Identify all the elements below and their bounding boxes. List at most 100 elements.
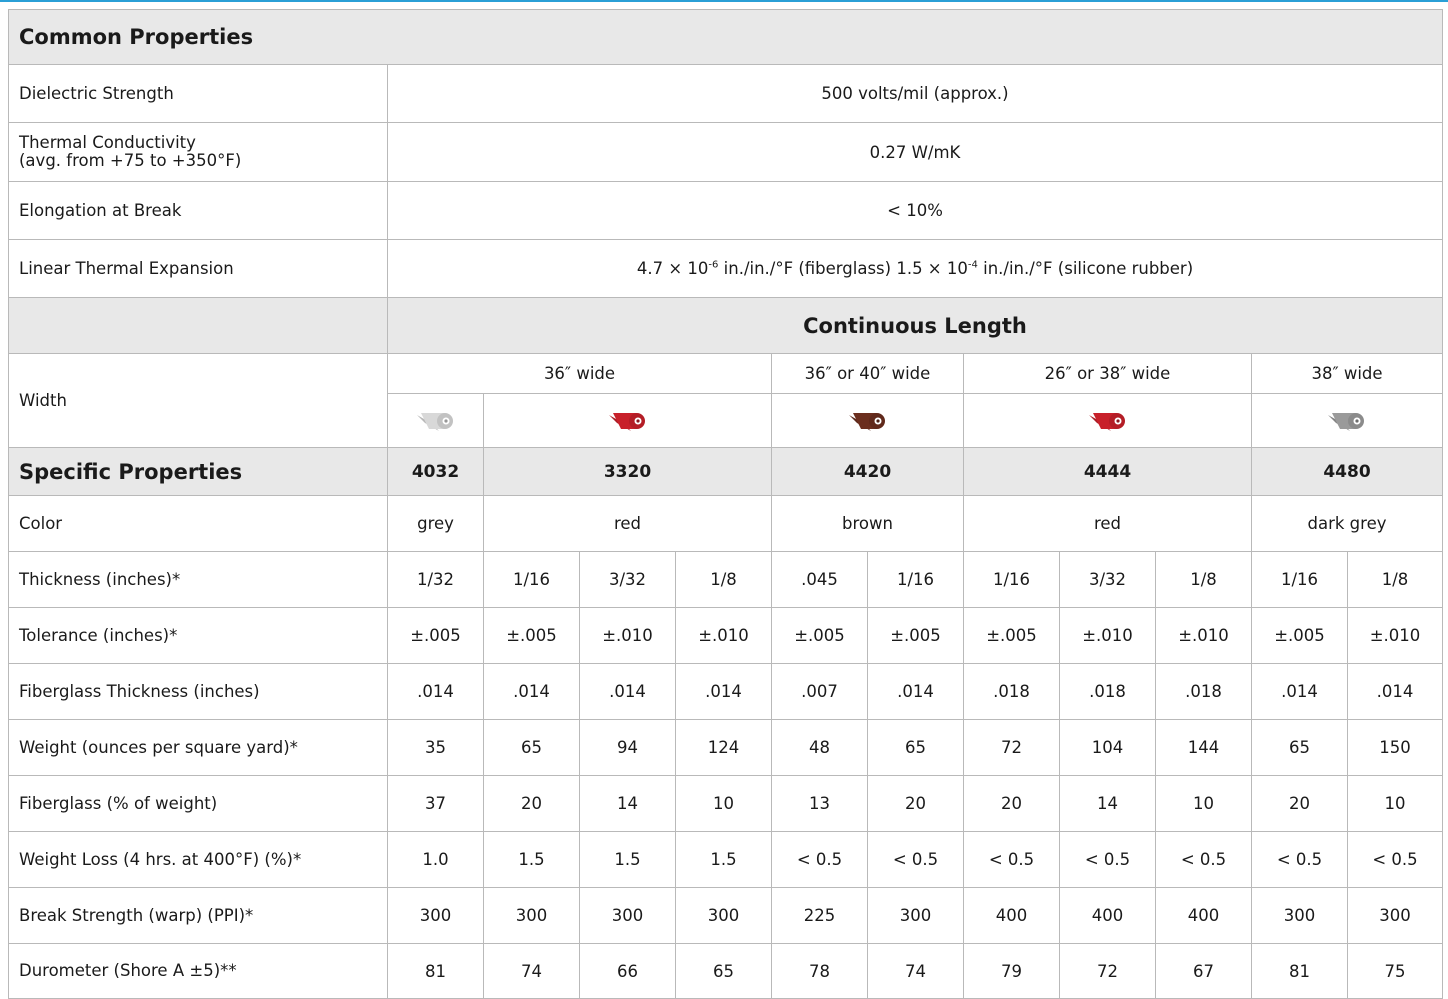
table-row: Tolerance (inches)* ±.005 ±.005 ±.010 ±.010 ±… bbox=[8, 607, 1444, 664]
table-row: Linear Thermal Expansion 4.7 × 10-6 in./… bbox=[8, 239, 1444, 298]
table-cell: ±.005 bbox=[771, 607, 868, 664]
table-cell: ±.005 bbox=[963, 607, 1060, 664]
thermal-conductivity-label-line2: (avg. from +75 to +350°F) bbox=[19, 151, 242, 170]
elongation-at-break-value: < 10% bbox=[386, 181, 1444, 240]
table-cell: ±.010 bbox=[1059, 607, 1156, 664]
color-4444: red bbox=[963, 495, 1252, 552]
color-4032: grey bbox=[387, 495, 484, 552]
table-cell: ±.005 bbox=[387, 607, 484, 664]
table-cell: ±.005 bbox=[1251, 607, 1348, 664]
roll-icon bbox=[848, 412, 885, 431]
roll-hole bbox=[875, 418, 880, 423]
table-cell: 144 bbox=[1155, 719, 1252, 776]
common-properties-title: Common Properties bbox=[7, 9, 1444, 65]
table-cell: ±.005 bbox=[867, 607, 964, 664]
top-accent-line bbox=[0, 0, 1448, 2]
table-cell: 74 bbox=[867, 943, 964, 999]
table-row: Weight Loss (4 hrs. at 400°F) (%)* 1.0 1.5… bbox=[8, 831, 1444, 888]
roll-icon bbox=[1088, 412, 1125, 431]
table-cell: 300 bbox=[1346, 887, 1444, 944]
table-cell: ±.010 bbox=[579, 607, 676, 664]
table-cell: 124 bbox=[675, 719, 772, 776]
row-label: Break Strength (warp) (PPI)* bbox=[8, 887, 388, 944]
table-cell: 81 bbox=[1251, 943, 1348, 999]
table-cell: 10 bbox=[1346, 775, 1444, 832]
table-cell: 1/16 bbox=[963, 551, 1060, 608]
table-cell: 300 bbox=[1251, 887, 1348, 944]
product-4420: 4420 bbox=[771, 447, 964, 496]
continuous-length-header-row: Continuous Length bbox=[8, 297, 1444, 354]
roll-icon bbox=[608, 412, 645, 431]
table-cell: .018 bbox=[963, 663, 1060, 720]
table-cell: 75 bbox=[1346, 943, 1444, 999]
table-cell: 66 bbox=[579, 943, 676, 999]
table-cell: 10 bbox=[675, 775, 772, 832]
table-cell: ±.005 bbox=[483, 607, 580, 664]
table-cell: ±.010 bbox=[1346, 607, 1444, 664]
table-cell: 14 bbox=[1059, 775, 1156, 832]
roll-cell-4032 bbox=[387, 393, 484, 448]
table-cell: < 0.5 bbox=[1251, 831, 1348, 888]
table-cell: 1.5 bbox=[675, 831, 772, 888]
product-4480: 4480 bbox=[1250, 447, 1444, 496]
roll-hole bbox=[1355, 418, 1359, 423]
table-cell: .014 bbox=[867, 663, 964, 720]
roll-cell-4480 bbox=[1250, 393, 1444, 448]
table-cell: .007 bbox=[771, 663, 868, 720]
table-cell: .014 bbox=[387, 663, 484, 720]
row-label: Weight Loss (4 hrs. at 400°F) (%)* bbox=[8, 831, 388, 888]
table-cell: 1/32 bbox=[387, 551, 484, 608]
table-cell: 300 bbox=[579, 887, 676, 944]
table-cell: 300 bbox=[387, 887, 484, 944]
table-cell: 300 bbox=[483, 887, 580, 944]
table-cell: 1.0 bbox=[387, 831, 484, 888]
table-row: Dielectric Strength 500 volts/mil (appro… bbox=[8, 64, 1444, 123]
table-cell: 150 bbox=[1346, 719, 1444, 776]
table-cell: 1.5 bbox=[579, 831, 676, 888]
table-cell: 67 bbox=[1155, 943, 1252, 999]
roll-hole bbox=[635, 418, 640, 423]
table-cell: < 0.5 bbox=[771, 831, 868, 888]
table-cell: .045 bbox=[771, 551, 868, 608]
table-cell: 1/8 bbox=[1155, 551, 1252, 608]
table-cell: 1/8 bbox=[675, 551, 772, 608]
table-cell: 20 bbox=[1251, 775, 1348, 832]
table-cell: < 0.5 bbox=[1059, 831, 1156, 888]
table-cell: 1/16 bbox=[1251, 551, 1348, 608]
product-3320: 3320 bbox=[483, 447, 772, 496]
table-row: Break Strength (warp) (PPI)* 300 300 300 300… bbox=[8, 887, 1444, 944]
table-cell: 400 bbox=[1059, 887, 1156, 944]
table-cell: .014 bbox=[1346, 663, 1444, 720]
table-cell: 65 bbox=[483, 719, 580, 776]
roll-icon bbox=[416, 412, 453, 431]
row-label: Weight (ounces per square yard)* bbox=[8, 719, 388, 776]
table-row: Thickness (inches)* 1/32 1/16 3/32 1/8.045 1/… bbox=[8, 551, 1444, 608]
table-cell: 10 bbox=[1155, 775, 1252, 832]
table-cell: 65 bbox=[675, 943, 772, 999]
table-cell: 1.5 bbox=[483, 831, 580, 888]
roll-icon bbox=[1328, 412, 1364, 431]
roll-cell-3320 bbox=[483, 393, 772, 448]
roll-hole bbox=[443, 418, 448, 423]
table-cell: 3/32 bbox=[1059, 551, 1156, 608]
table-cell: < 0.5 bbox=[1155, 831, 1252, 888]
width-36-cell: 36″ wide bbox=[387, 353, 772, 394]
dielectric-strength-label: Dielectric Strength bbox=[8, 64, 388, 123]
thermal-conductivity-label-line1: Thermal Conductivity bbox=[19, 133, 196, 152]
continuous-length-title: Continuous Length bbox=[386, 297, 1444, 354]
width-26-or-38-cell: 26″ or 38″ wide bbox=[963, 353, 1252, 394]
table-cell: 72 bbox=[963, 719, 1060, 776]
table-cell: < 0.5 bbox=[1346, 831, 1444, 888]
table-cell: .014 bbox=[675, 663, 772, 720]
table-cell: 81 bbox=[387, 943, 484, 999]
table-cell: 20 bbox=[483, 775, 580, 832]
product-4444: 4444 bbox=[963, 447, 1252, 496]
table-cell: 72 bbox=[1059, 943, 1156, 999]
table-cell: 300 bbox=[675, 887, 772, 944]
table-cell: .018 bbox=[1059, 663, 1156, 720]
color-label: Color bbox=[8, 495, 388, 552]
table-cell: 48 bbox=[771, 719, 868, 776]
width-row: Width 36″ wide 36″ or 40″ wide 26″ or 38… bbox=[8, 353, 1444, 448]
table-cell: 1/16 bbox=[867, 551, 964, 608]
table-cell: 37 bbox=[387, 775, 484, 832]
